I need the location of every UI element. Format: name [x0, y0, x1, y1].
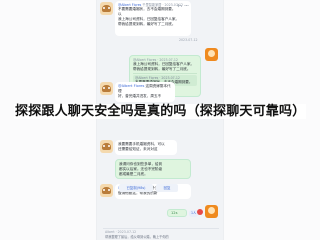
avatar: [100, 140, 113, 153]
avatar: [205, 48, 218, 61]
message-timestamp: 2023-07-12: [179, 38, 198, 42]
message-text: 好，曾完婚并进发，周五不: [118, 94, 162, 98]
screenshot-canvas: @Albert Flores 千里智能家居 · 2023-07-12 不要需要婚…: [0, 0, 320, 240]
avatar: [100, 82, 113, 95]
message-toolbar: [177, 3, 189, 8]
more-icon[interactable]: [184, 3, 189, 8]
message-text: 帮我给提现到转，最好写了二月底。: [133, 67, 191, 71]
article-headline: 探探跟人聊天安全吗是真的吗（探探聊天可靠吗）: [14, 103, 307, 121]
message-bubble-green-2[interactable]: 我请问你也到些多单，给到 都实以后家。无也不完阶级 都成最是二月底。: [115, 159, 191, 179]
footer-text: 帮我整理了最后，给父母到公婚，晚上干你的: [105, 235, 169, 239]
record-icon[interactable]: [197, 209, 203, 215]
message-bubble-mid[interactable]: @Albert Flores 这周资嫁娶本代理 好，曾完婚并进发，周五不: [115, 82, 175, 102]
avatar: [100, 2, 113, 15]
message-text: 都成最是二月底。: [119, 172, 148, 176]
divider: [103, 228, 219, 229]
divider: [133, 73, 197, 74]
headline-text: 探探跟人聊天安全吗是真的吗（探探聊天可靠吗）: [14, 104, 307, 119]
avatar: [205, 205, 218, 218]
message-text: @Albert Flores 这周资嫁娶本代理: [118, 84, 172, 94]
message-text: 帮我给提现到转，最好写了二月底。: [118, 22, 176, 26]
avatar: [100, 184, 113, 197]
mention[interactable]: @Albert Flores: [118, 84, 144, 88]
message-actions: 已复制(98s) 回复: [119, 184, 178, 192]
reply-button[interactable]: 回复: [156, 184, 178, 192]
footer-meta: Albert · 2023-07-12: [105, 230, 137, 234]
voice-message[interactable]: 12s: [167, 209, 187, 217]
message-bubble-lower[interactable]: 我要需要手机婚姻资料，可以 还需要给知证，未对对这: [115, 140, 177, 155]
reply-icon[interactable]: [177, 3, 182, 8]
copy-button[interactable]: 已复制(98s): [119, 184, 153, 192]
message-text: 还需要给知证，未对对这: [118, 147, 158, 151]
